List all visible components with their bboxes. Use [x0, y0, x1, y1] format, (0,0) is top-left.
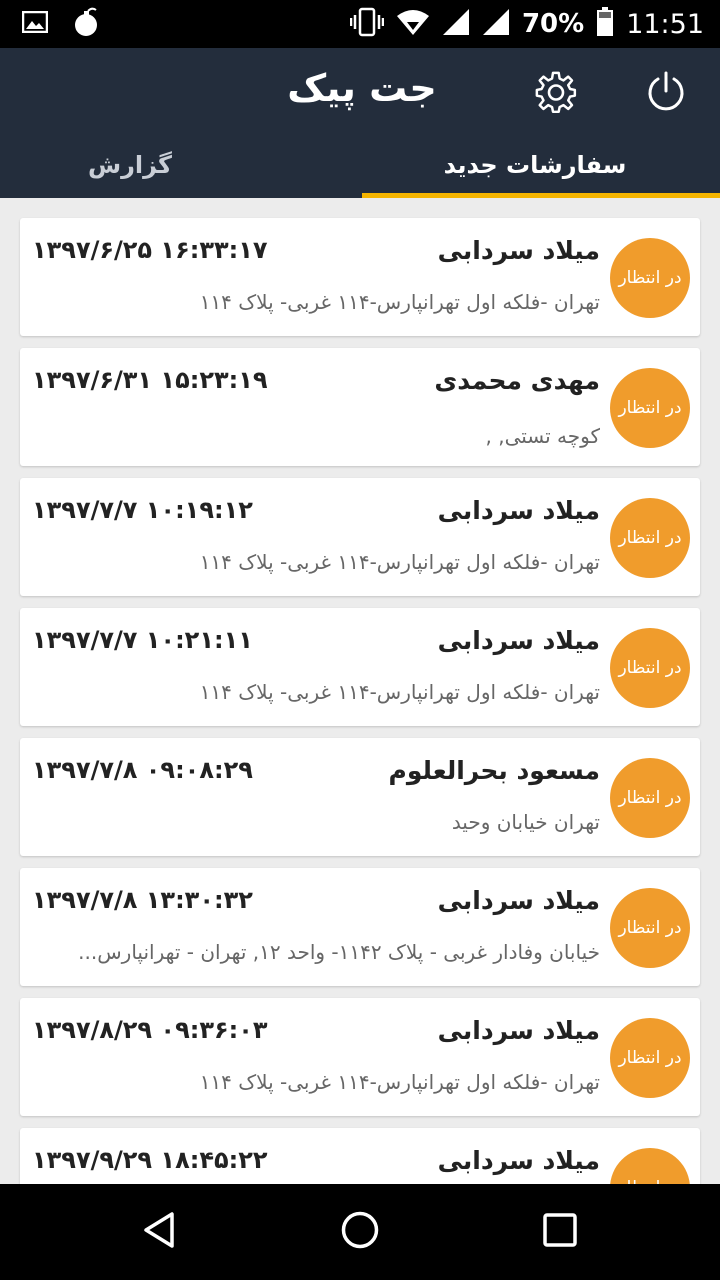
order-datetime: ۱۳۹۷/۷/۷ ۱۰:۱۹:۱۲	[32, 496, 253, 524]
orders-list[interactable]: در انتظار میلاد سردابی ۱۳۹۷/۶/۲۵ ۱۶:۳۳:۱…	[0, 198, 720, 1184]
signal-icon	[482, 8, 510, 40]
wifi-icon	[396, 8, 430, 40]
customer-name: میلاد سردابی	[437, 1146, 600, 1175]
order-card[interactable]: در انتظار مهدی محمدی ۱۳۹۷/۶/۳۱ ۱۵:۲۳:۱۹ …	[20, 348, 700, 466]
order-datetime: ۱۳۹۷/۷/۷ ۱۰:۲۱:۱۱	[32, 626, 253, 654]
status-badge: در انتظار	[610, 238, 690, 318]
signal-icon	[442, 8, 470, 40]
order-datetime: ۱۳۹۷/۶/۳۱ ۱۵:۲۳:۱۹	[32, 366, 268, 394]
status-badge: در انتظار	[610, 1018, 690, 1098]
vibrate-icon	[349, 7, 385, 41]
order-address: کوچه تستی, ,	[485, 424, 600, 448]
status-bar: 70% 11:51	[0, 0, 720, 48]
order-card[interactable]: در انتظار میلاد سردابی ۱۳۹۷/۷/۷ ۱۰:۱۹:۱۲…	[20, 478, 700, 596]
home-icon	[340, 1210, 380, 1254]
navigation-bar	[0, 1184, 720, 1280]
order-datetime: ۱۳۹۷/۶/۲۵ ۱۶:۳۳:۱۷	[32, 236, 268, 264]
order-card[interactable]: در انتظار میلاد سردابی ۱۳۹۷/۷/۷ ۱۰:۲۱:۱۱…	[20, 608, 700, 726]
recents-icon	[542, 1212, 578, 1252]
customer-name: میلاد سردابی	[437, 886, 600, 915]
battery-icon	[596, 7, 614, 41]
settings-gear-icon	[534, 70, 578, 118]
order-datetime: ۱۳۹۷/۸/۲۹ ۰۹:۳۶:۰۳	[32, 1016, 268, 1044]
tab-report[interactable]: گزارش	[0, 132, 360, 198]
customer-name: مهدی محمدی	[434, 366, 600, 395]
image-icon	[21, 10, 49, 37]
customer-name: میلاد سردابی	[437, 236, 600, 265]
customer-name: میلاد سردابی	[437, 1016, 600, 1045]
bomb-icon	[74, 7, 100, 41]
order-address: تهران خیابان وحید	[451, 810, 600, 834]
settings-button[interactable]	[526, 64, 586, 124]
recents-button[interactable]	[530, 1202, 590, 1262]
status-badge: در انتظار	[610, 498, 690, 578]
order-card[interactable]: در انتظار مسعود بحرالعلوم ۱۳۹۷/۷/۸ ۰۹:۰۸…	[20, 738, 700, 856]
order-card[interactable]: در انتظار میلاد سردابی ۱۳۹۷/۸/۲۹ ۰۹:۳۶:۰…	[20, 998, 700, 1116]
back-icon	[140, 1210, 180, 1254]
clock: 11:51	[626, 8, 704, 40]
order-card[interactable]: در انتظار میلاد سردابی ۱۳۹۷/۶/۲۵ ۱۶:۳۳:۱…	[20, 218, 700, 336]
tab-bar: گزارش سفارشات جدید	[0, 132, 720, 198]
order-address: تهران -فلکه اول تهرانپارس-۱۱۴ غربی- پلاک…	[199, 290, 600, 314]
status-badge: در انتظار	[610, 758, 690, 838]
status-badge: در انتظار	[610, 888, 690, 968]
order-datetime: ۱۳۹۷/۷/۸ ۰۹:۰۸:۲۹	[32, 756, 253, 784]
home-button[interactable]	[330, 1202, 390, 1262]
back-button[interactable]	[130, 1202, 190, 1262]
order-datetime: ۱۳۹۷/۷/۸ ۱۳:۳۰:۳۲	[32, 886, 253, 914]
order-address: تهران -فلکه اول تهرانپارس-۱۱۴ غربی- پلاک…	[199, 1070, 600, 1094]
logout-button[interactable]	[636, 64, 696, 124]
status-badge: در انتظار	[610, 628, 690, 708]
app-bar: جت پیک گزارش سفارشات جدید	[0, 48, 720, 198]
tab-new-orders[interactable]: سفارشات جدید	[360, 132, 720, 198]
order-address: تهران -فلکه اول تهرانپارس-۱۱۴ غربی- پلاک…	[199, 680, 600, 704]
status-badge: در انتظار	[610, 368, 690, 448]
order-card[interactable]: در انتظار میلاد سردابی ۱۳۹۷/۹/۲۹ ۱۸:۴۵:۲…	[20, 1128, 700, 1184]
battery-percent: 70%	[521, 9, 585, 39]
power-icon	[645, 71, 687, 117]
customer-name: میلاد سردابی	[437, 626, 600, 655]
app-title: جت پیک	[287, 66, 437, 110]
customer-name: میلاد سردابی	[437, 496, 600, 525]
customer-name: مسعود بحرالعلوم	[388, 756, 600, 785]
order-address: خیابان وفادار غربی - پلاک ۱۱۴۲- واحد ۱۲,…	[78, 940, 600, 964]
order-card[interactable]: در انتظار میلاد سردابی ۱۳۹۷/۷/۸ ۱۳:۳۰:۳۲…	[20, 868, 700, 986]
status-badge: در انتظار	[610, 1148, 690, 1184]
order-datetime: ۱۳۹۷/۹/۲۹ ۱۸:۴۵:۲۲	[32, 1146, 268, 1174]
order-address: تهران -فلکه اول تهرانپارس-۱۱۴ غربی- پلاک…	[199, 550, 600, 574]
